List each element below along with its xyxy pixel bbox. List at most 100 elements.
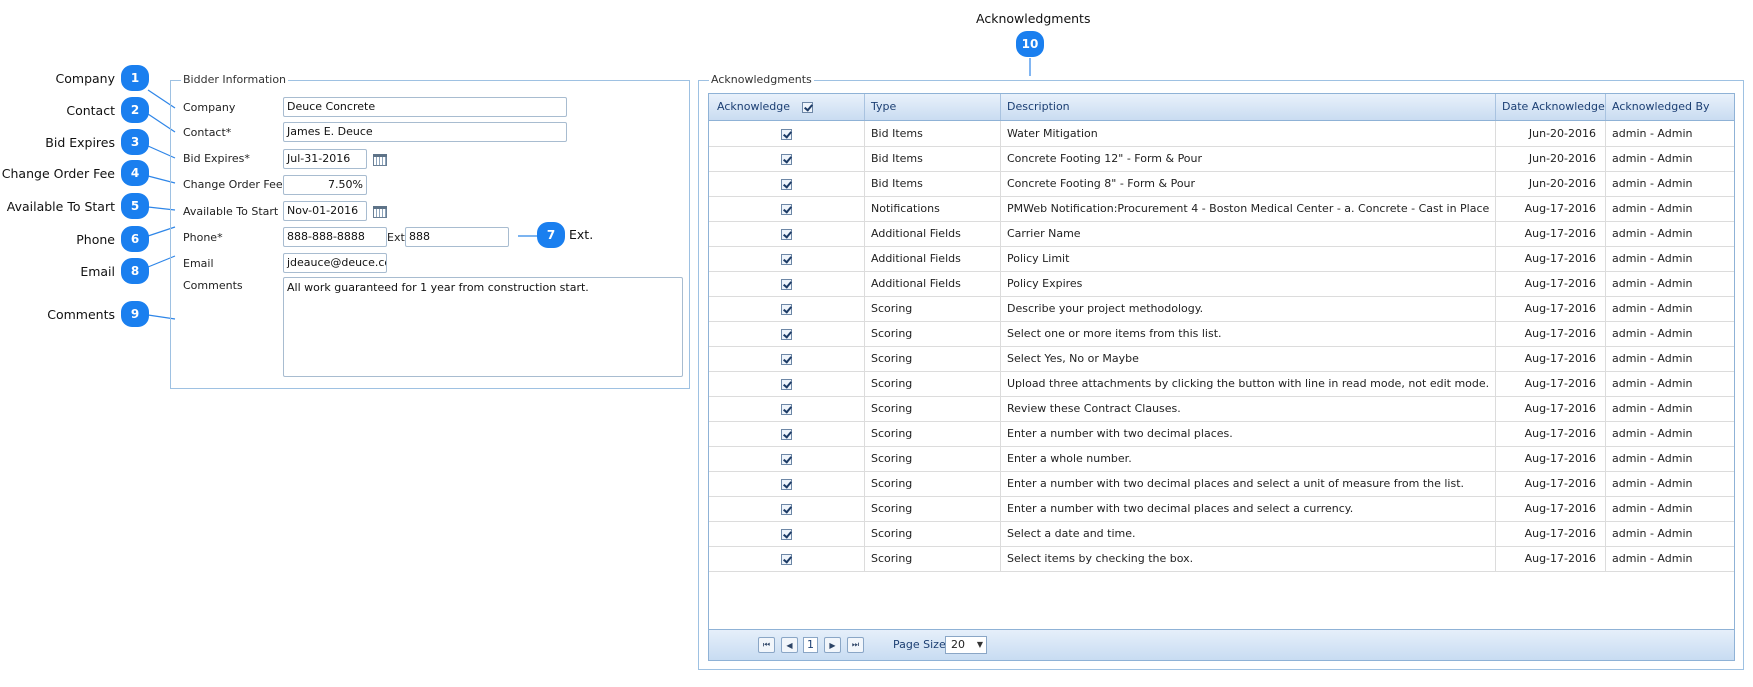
type-cell: Scoring <box>865 546 1001 571</box>
acknowledged-by-cell: admin - Admin <box>1612 377 1693 390</box>
acknowledge-checkbox[interactable] <box>781 178 792 190</box>
table-row[interactable]: Additional Fields Policy Limit Aug-17-2016… <box>709 246 1734 272</box>
acknowledge-checkbox[interactable] <box>781 203 792 215</box>
type-cell: Scoring <box>865 396 1001 421</box>
available-to-start-label: Available To Start <box>183 205 279 218</box>
table-row[interactable]: Scoring Describe your project methodology… <box>709 296 1734 322</box>
acknowledge-cell <box>709 221 865 246</box>
table-row[interactable]: Additional Fields Carrier Name Aug-17-2016… <box>709 221 1734 247</box>
table-row[interactable]: Scoring Select Yes, No or Maybe Aug-17-201… <box>709 346 1734 372</box>
acknowledge-checkbox[interactable] <box>781 428 792 440</box>
table-row[interactable]: Scoring Select one or more items from thi… <box>709 321 1734 347</box>
acknowledged-by-cell: admin - Admin <box>1612 127 1693 140</box>
column-header-type[interactable]: Type <box>865 94 1001 120</box>
date-acknowledged-cell: Aug-17-2016 <box>1496 421 1606 446</box>
acknowledge-checkbox[interactable] <box>781 403 792 415</box>
table-row[interactable]: Bid Items Concrete Footing 12" - Form & P… <box>709 146 1734 172</box>
callout-badge-6: 6 <box>121 226 149 252</box>
table-row[interactable]: Additional Fields Policy Expires Aug-17-20… <box>709 271 1734 297</box>
acknowledge-checkbox[interactable] <box>781 228 792 240</box>
acknowledge-cell <box>709 296 865 321</box>
table-row[interactable]: Bid Items Water Mitigation Jun-20-2016 admi… <box>709 121 1734 147</box>
description-cell: Enter a whole number. <box>1001 446 1496 471</box>
table-row[interactable]: Scoring Enter a number with two decimal p… <box>709 496 1734 522</box>
acknowledge-all-checkbox[interactable] <box>801 101 813 113</box>
acknowledge-checkbox[interactable] <box>781 503 792 515</box>
acknowledge-checkbox[interactable] <box>781 553 792 565</box>
acknowledge-checkbox[interactable] <box>781 128 792 140</box>
column-header-acknowledged-by[interactable]: Acknowledged By <box>1606 94 1736 120</box>
available-to-start-field[interactable]: Nov-01-2016 <box>283 201 367 221</box>
column-header-date-acknowledged[interactable]: Date Acknowledged <box>1496 94 1606 120</box>
type-cell: Notifications <box>865 196 1001 221</box>
table-row[interactable]: Scoring Select a date and time. Aug-17-201… <box>709 521 1734 547</box>
last-page-button[interactable]: ⏭ <box>847 637 864 653</box>
table-row[interactable]: Notifications PMWeb Notification:Procurem… <box>709 196 1734 222</box>
acknowledge-checkbox[interactable] <box>781 478 792 490</box>
acknowledge-checkbox[interactable] <box>781 353 792 365</box>
comments-field[interactable]: All work guaranteed for 1 year from cons… <box>283 277 683 377</box>
date-acknowledged-cell: Aug-17-2016 <box>1496 446 1606 471</box>
acknowledge-cell <box>709 396 865 421</box>
callout-label-comments: Comments <box>47 307 115 322</box>
available-to-start-calendar-icon[interactable] <box>373 206 387 218</box>
table-row[interactable]: Scoring Enter a whole number. Aug-17-2016 a… <box>709 446 1734 472</box>
phone-field[interactable]: 888-888-8888 <box>283 227 387 247</box>
acknowledge-checkbox[interactable] <box>781 278 792 290</box>
acknowledge-checkbox[interactable] <box>781 528 792 540</box>
bid-expires-calendar-icon[interactable] <box>373 154 387 166</box>
current-page-number[interactable]: 1 <box>803 637 818 653</box>
table-row[interactable]: Scoring Select items by checking the box.… <box>709 546 1734 572</box>
callout-badge-4: 4 <box>121 160 149 186</box>
change-order-fee-field[interactable]: 7.50% <box>283 175 367 195</box>
table-row[interactable]: Scoring Enter a number with two decimal p… <box>709 471 1734 497</box>
callout-label-phone: Phone <box>76 232 115 247</box>
bid-expires-field[interactable]: Jul-31-2016 <box>283 149 367 169</box>
page-size-select[interactable]: 20 ▼ <box>945 636 987 654</box>
callout-label-company: Company <box>55 71 115 86</box>
bid-expires-label: Bid Expires* <box>183 152 250 165</box>
prev-page-button[interactable]: ◀ <box>781 637 798 653</box>
type-cell: Bid Items <box>865 171 1001 196</box>
callout-label-acknowledgments: Acknowledgments <box>976 11 1091 26</box>
acknowledge-cell <box>709 346 865 371</box>
acknowledge-checkbox[interactable] <box>781 303 792 315</box>
type-cell: Additional Fields <box>865 221 1001 246</box>
table-row[interactable]: Bid Items Concrete Footing 8" - Form & Po… <box>709 171 1734 197</box>
acknowledge-checkbox[interactable] <box>781 453 792 465</box>
column-header-acknowledge[interactable]: Acknowledge <box>709 94 865 120</box>
acknowledge-checkbox[interactable] <box>781 328 792 340</box>
acknowledge-cell <box>709 521 865 546</box>
description-cell: Select Yes, No or Maybe <box>1001 346 1496 371</box>
acknowledge-checkbox[interactable] <box>781 153 792 165</box>
next-page-button[interactable]: ▶ <box>824 637 841 653</box>
date-acknowledged-cell: Aug-17-2016 <box>1496 371 1606 396</box>
acknowledge-checkbox[interactable] <box>781 378 792 390</box>
first-page-button[interactable]: ⏮ <box>758 637 775 653</box>
type-cell: Additional Fields <box>865 271 1001 296</box>
change-order-fee-label: Change Order Fee <box>183 178 283 191</box>
acknowledge-checkbox[interactable] <box>781 253 792 265</box>
acknowledge-cell <box>709 371 865 396</box>
email-field[interactable]: jdeauce@deuce.co <box>283 253 387 273</box>
column-header-acknowledge-label: Acknowledge <box>717 100 791 113</box>
company-field[interactable]: Deuce Concrete <box>283 97 567 117</box>
type-cell: Scoring <box>865 371 1001 396</box>
table-row[interactable]: Scoring Enter a number with two decimal p… <box>709 421 1734 447</box>
date-acknowledged-cell: Jun-20-2016 <box>1496 171 1606 196</box>
type-cell: Bid Items <box>865 146 1001 171</box>
ext-field[interactable]: 888 <box>405 227 509 247</box>
callout-badge-8: 8 <box>121 258 149 284</box>
description-cell: Concrete Footing 8" - Form & Pour <box>1001 171 1496 196</box>
type-cell: Scoring <box>865 296 1001 321</box>
description-cell: Water Mitigation <box>1001 121 1496 146</box>
contact-field[interactable]: James E. Deuce <box>283 122 567 142</box>
bidder-information-title: Bidder Information <box>181 73 289 86</box>
table-row[interactable]: Scoring Review these Contract Clauses. Aug… <box>709 396 1734 422</box>
description-cell: Enter a number with two decimal places a… <box>1001 471 1496 496</box>
description-cell: Upload three attachments by clicking the… <box>1001 371 1496 396</box>
acknowledged-by-cell: admin - Admin <box>1612 227 1693 240</box>
table-row[interactable]: Scoring Upload three attachments by click… <box>709 371 1734 397</box>
column-header-description[interactable]: Description <box>1001 94 1496 120</box>
description-cell: Select items by checking the box. <box>1001 546 1496 571</box>
